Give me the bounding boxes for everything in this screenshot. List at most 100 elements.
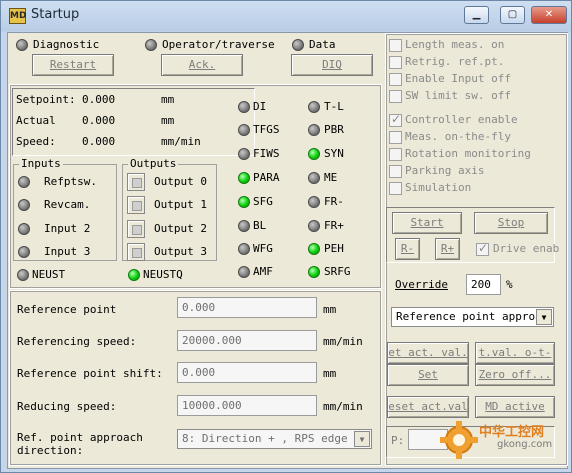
ref-speed-unit: mm/min xyxy=(323,335,363,348)
chevron-down-icon[interactable]: ▼ xyxy=(536,309,552,325)
drive-enable-label: Drive enab xyxy=(493,242,560,255)
ref-point-label: Reference point xyxy=(17,303,117,316)
window-title: Startup xyxy=(31,7,80,22)
status-led xyxy=(238,243,250,255)
status-led xyxy=(238,172,250,184)
diagnostic-label: Diagnostic xyxy=(33,38,100,51)
mode-value: Reference point approa xyxy=(396,310,542,323)
ref-point-field[interactable]: 0.000 xyxy=(177,297,317,318)
ref-point-unit: mm xyxy=(323,303,337,316)
status-led xyxy=(238,124,250,136)
output-label: Output 0 xyxy=(154,175,207,188)
input-led xyxy=(18,176,30,188)
setpoint-value: 0.000 xyxy=(82,93,116,106)
option-checkbox[interactable] xyxy=(389,39,402,52)
reducing-field[interactable]: 10000.000 xyxy=(177,395,317,416)
status-led-label: SFG xyxy=(253,195,273,208)
input-label: Refptsw. xyxy=(44,175,97,188)
option-checkbox[interactable] xyxy=(389,56,402,69)
client-area: Diagnostic Operator/traverse Data Restar… xyxy=(7,32,568,469)
input-label: Input 3 xyxy=(44,245,91,258)
status-led xyxy=(238,220,250,232)
override-field[interactable]: 200 xyxy=(466,274,501,295)
restart-button[interactable]: Restart xyxy=(32,54,114,76)
status-led-label: BL xyxy=(253,219,267,232)
start-button[interactable]: Start xyxy=(392,212,462,234)
mode-select[interactable]: Reference point approa ▼ xyxy=(391,307,554,327)
r-minus-button[interactable]: R- xyxy=(395,238,420,260)
option-checkbox-label: Length meas. on xyxy=(405,38,505,51)
chevron-down-icon[interactable]: ▼ xyxy=(354,431,370,447)
ref-speed-field[interactable]: 20000.000 xyxy=(177,330,317,351)
option-checkbox-label: Retrig. ref.pt. xyxy=(405,55,505,68)
approach-label: Ref. point approach direction: xyxy=(17,431,143,457)
outputs-title: Outputs xyxy=(128,157,179,170)
set-ref-pt-button[interactable]: Set ref.pt... xyxy=(387,364,469,386)
inputs-title: Inputs xyxy=(19,157,63,170)
r-plus-button[interactable]: R+ xyxy=(435,238,460,260)
actual-unit: mm xyxy=(161,114,175,127)
title-bar[interactable]: MD Startup ▁ ▢ ✕ xyxy=(1,1,572,31)
data-label: Data xyxy=(309,38,336,51)
diq-button[interactable]: DIQ xyxy=(291,54,373,76)
neustq-led xyxy=(128,269,140,281)
drive-enable-checkbox[interactable] xyxy=(476,241,489,256)
option-checkbox[interactable] xyxy=(389,182,402,195)
shift-field[interactable]: 0.000 xyxy=(177,362,317,383)
status-led-label: SRFG xyxy=(324,265,351,278)
option-checkbox[interactable] xyxy=(389,131,402,144)
set-val-otf-button[interactable]: t.val. o-t-f xyxy=(475,342,555,364)
setpoint-unit: mm xyxy=(161,93,175,106)
setpoint-label: Setpoint: xyxy=(16,93,76,106)
speed-label: Speed: xyxy=(16,135,56,148)
p-label: P: xyxy=(391,434,405,447)
output-toggle-button[interactable] xyxy=(127,173,145,191)
approach-select[interactable]: 8: Direction + , RPS edge ▼ xyxy=(177,429,372,449)
neustq-label: NEUSTQ xyxy=(143,268,183,281)
neust-label: NEUST xyxy=(32,268,66,281)
option-checkbox[interactable] xyxy=(389,165,402,178)
set-act-val-button[interactable]: et act. val. xyxy=(387,342,469,364)
output-toggle-button[interactable] xyxy=(127,220,145,238)
option-checkbox[interactable] xyxy=(389,73,402,86)
operator-led xyxy=(145,39,157,51)
option-checkbox[interactable] xyxy=(389,112,402,127)
option-checkbox[interactable] xyxy=(389,90,402,103)
status-led-label: PBR xyxy=(324,123,344,136)
status-led xyxy=(308,266,320,278)
status-led xyxy=(308,124,320,136)
status-led xyxy=(238,101,250,113)
status-led-label: PEH xyxy=(324,242,344,255)
override-label: Override xyxy=(395,278,448,291)
output-toggle-button[interactable] xyxy=(127,196,145,214)
maximize-icon[interactable]: ▢ xyxy=(500,6,525,24)
status-led-label: DI xyxy=(253,100,267,113)
option-checkbox[interactable] xyxy=(389,148,402,161)
option-checkbox-label: Parking axis xyxy=(405,164,485,177)
app-icon: MD xyxy=(9,8,26,24)
minimize-icon[interactable]: ▁ xyxy=(464,6,489,24)
diagnostic-led xyxy=(16,39,28,51)
status-led xyxy=(308,101,320,113)
option-checkbox-label: Rotation monitoring xyxy=(405,147,531,160)
gear-icon xyxy=(440,421,478,459)
close-icon[interactable]: ✕ xyxy=(531,6,567,24)
shift-label: Reference point shift: xyxy=(17,367,163,380)
status-led xyxy=(308,243,320,255)
output-toggle-button[interactable] xyxy=(127,243,145,261)
status-led xyxy=(308,220,320,232)
watermark: 中华工控网 gkong.com xyxy=(439,415,567,463)
reducing-label: Reducing speed: xyxy=(17,400,117,413)
status-led-label: WFG xyxy=(253,242,273,255)
stop-button[interactable]: Stop xyxy=(474,212,548,234)
operator-label: Operator/traverse xyxy=(162,38,275,51)
status-led-label: FIWS xyxy=(253,147,280,160)
ack-button[interactable]: Ack. xyxy=(161,54,243,76)
zero-off-button[interactable]: Zero off... xyxy=(475,364,555,386)
status-led-label: FR+ xyxy=(324,219,344,232)
output-label: Output 2 xyxy=(154,222,207,235)
reducing-unit: mm/min xyxy=(323,400,363,413)
status-led xyxy=(308,196,320,208)
watermark-cn: 中华工控网 xyxy=(479,425,545,440)
shift-unit: mm xyxy=(323,367,337,380)
